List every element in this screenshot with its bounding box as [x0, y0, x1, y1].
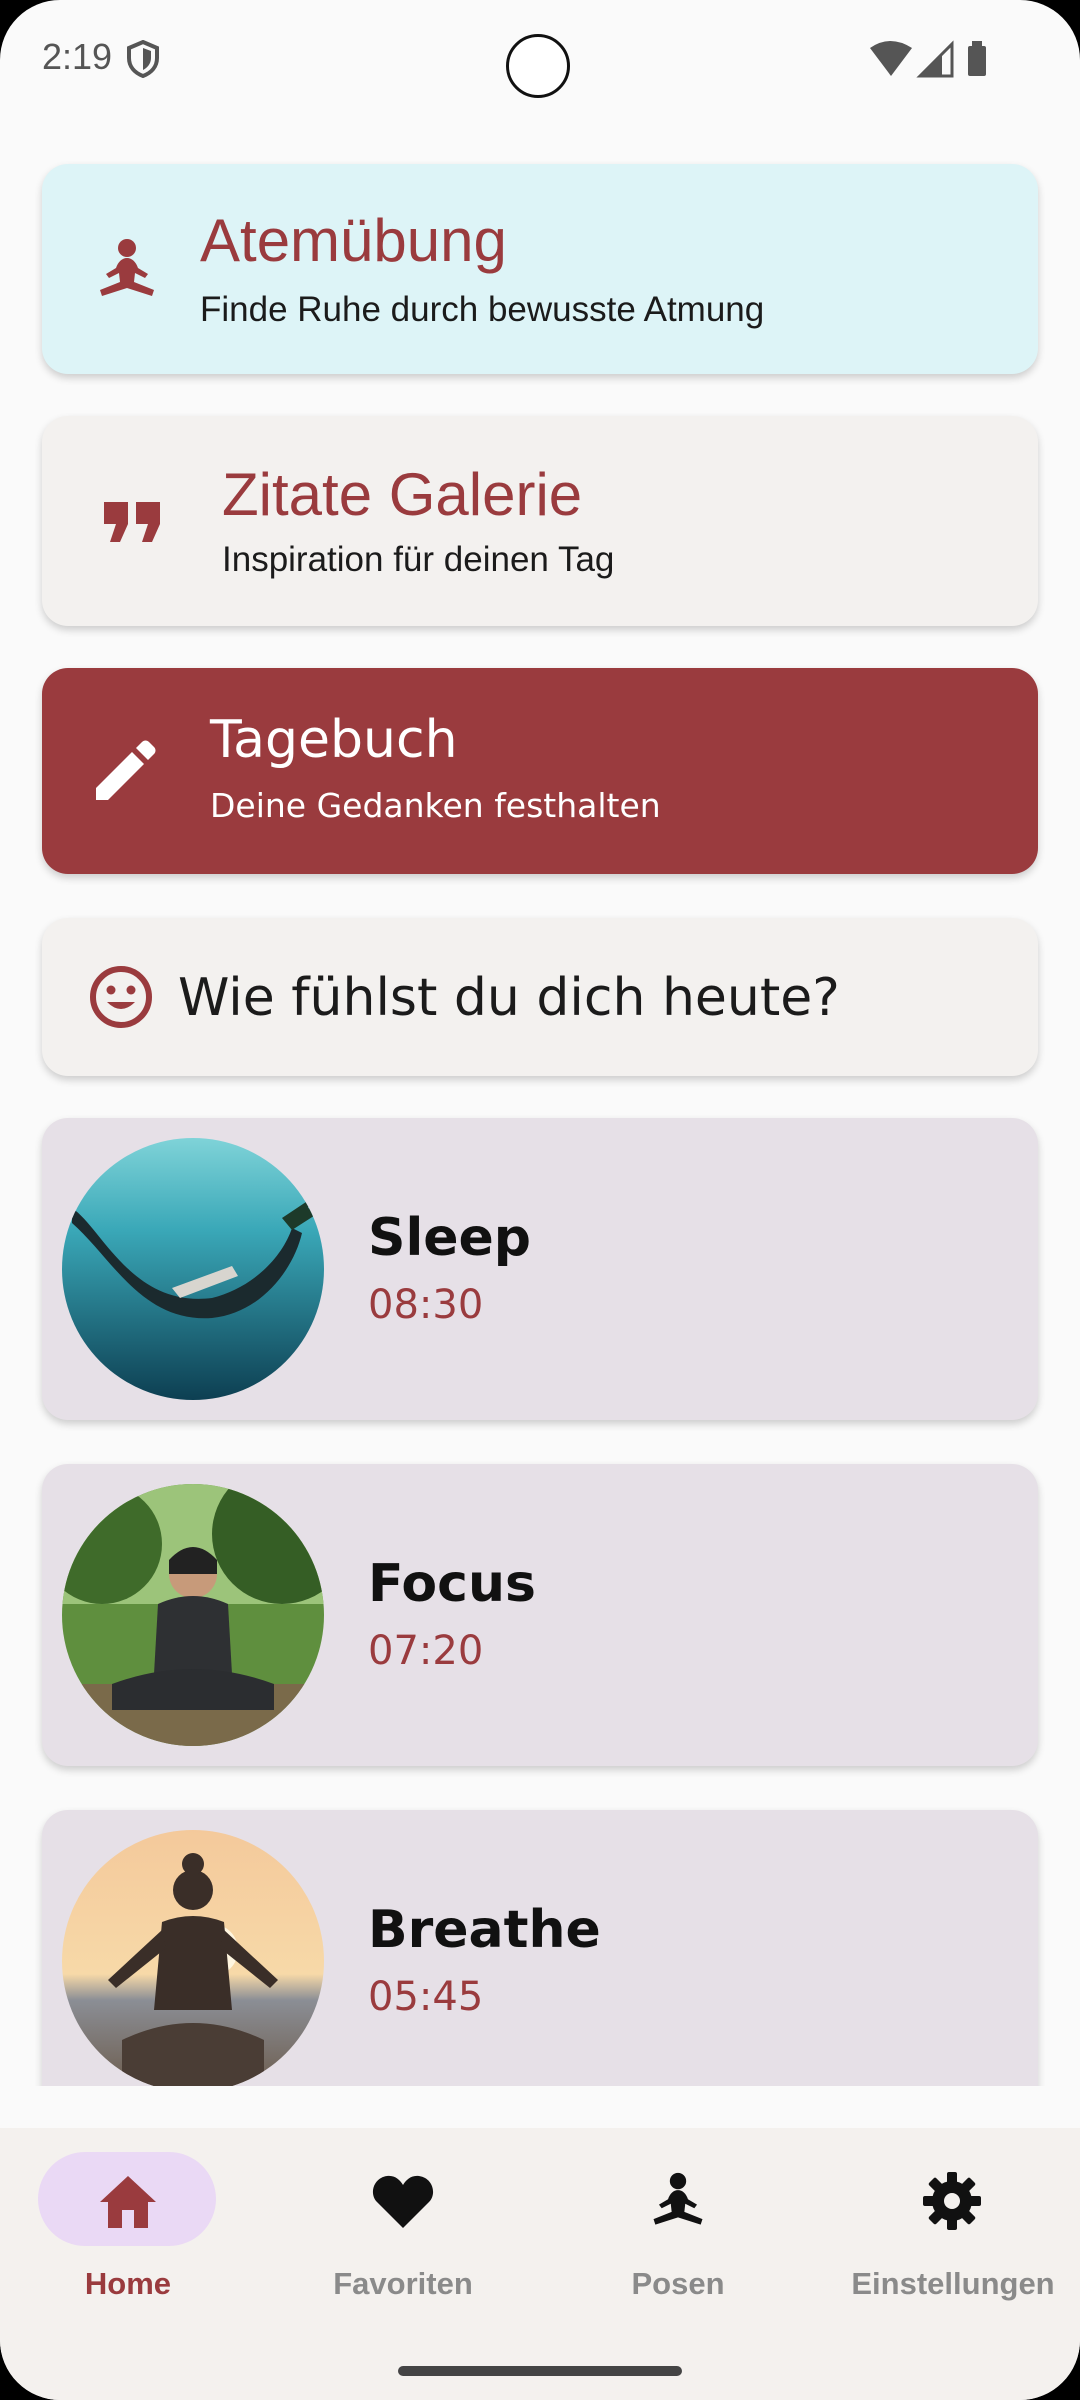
nav-settings[interactable]: Einstellungen	[818, 2152, 1080, 2322]
nav-home-label: Home	[84, 2266, 172, 2301]
meditation-icon	[653, 2172, 703, 2225]
session-duration: 05:45	[368, 1974, 484, 2020]
breathing-card[interactable]: Atemübung Finde Ruhe durch bewusste Atmu…	[42, 164, 1038, 374]
quotes-title: Zitate Galerie	[222, 461, 583, 528]
session-card[interactable]: Focus 07:20	[42, 1464, 1038, 1766]
mood-question: Wie fühlst du dich heute?	[178, 968, 840, 1028]
camera-cutout	[506, 34, 570, 98]
status-time: 2:19	[42, 36, 113, 77]
breathing-subtitle: Finde Ruhe durch bewusste Atmung	[200, 290, 765, 329]
heart-icon	[372, 2175, 434, 2228]
session-card[interactable]: Sleep 08:30	[42, 1118, 1038, 1420]
meditation-icon	[100, 239, 154, 296]
session-duration: 07:20	[368, 1628, 484, 1674]
focus-image	[62, 1484, 324, 1746]
nav-favorites-label: Favoriten	[333, 2266, 473, 2301]
breathe-image	[62, 1830, 324, 2086]
session-card[interactable]: Breathe 05:45	[42, 1810, 1038, 2086]
breathing-title: Atemübung	[200, 207, 507, 274]
nav-poses[interactable]: Posen	[543, 2152, 813, 2322]
pencil-icon	[96, 740, 156, 800]
status-bar: 2:19	[0, 0, 1080, 120]
home-icon	[100, 2176, 156, 2228]
battery-icon	[968, 46, 986, 76]
session-name: Breathe	[368, 1900, 601, 1960]
home-content: Atemübung Finde Ruhe durch bewusste Atmu…	[0, 140, 1080, 2086]
journal-card[interactable]: Tagebuch Deine Gedanken festhalten	[42, 668, 1038, 874]
quotes-subtitle: Inspiration für deinen Tag	[222, 540, 615, 579]
gear-icon	[923, 2172, 981, 2230]
smiley-icon	[90, 966, 152, 1028]
app-screen: 2:19 Atemübung Finde Ruhe durch bewusste…	[0, 0, 1080, 2400]
shield-icon	[127, 40, 159, 78]
quote-icon	[104, 502, 160, 542]
status-icons	[870, 40, 986, 78]
nav-settings-label: Einstellungen	[851, 2266, 1055, 2301]
wifi-icon	[870, 41, 912, 76]
session-name: Focus	[368, 1554, 536, 1614]
session-name: Sleep	[368, 1208, 532, 1268]
mood-card[interactable]: Wie fühlst du dich heute?	[42, 918, 1038, 1076]
nav-favorites[interactable]: Favoriten	[268, 2152, 538, 2322]
sleep-image	[62, 1138, 324, 1400]
journal-subtitle: Deine Gedanken festhalten	[210, 786, 661, 825]
nav-poses-label: Posen	[631, 2266, 725, 2301]
quotes-card[interactable]: Zitate Galerie Inspiration für deinen Ta…	[42, 416, 1038, 626]
session-duration: 08:30	[368, 1282, 484, 1328]
home-indicator[interactable]	[398, 2366, 682, 2376]
nav-home[interactable]: Home	[0, 2152, 263, 2322]
journal-title: Tagebuch	[210, 710, 458, 770]
